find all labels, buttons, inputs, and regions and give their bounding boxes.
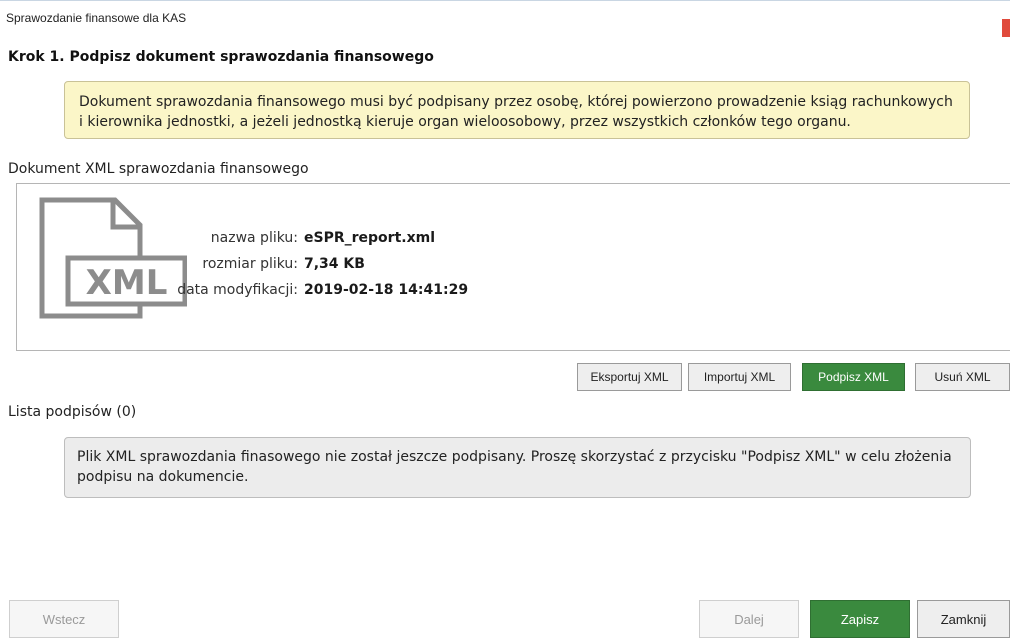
import-xml-button[interactable]: Importuj XML — [688, 363, 791, 391]
file-size-row: rozmiar pliku: 7,34 KB — [167, 251, 468, 277]
info-notice: Dokument sprawozdania finansowego musi b… — [64, 81, 970, 139]
back-button[interactable]: Wstecz — [9, 600, 119, 638]
file-date-row: data modyfikacji: 2019-02-18 14:41:29 — [167, 277, 468, 303]
xml-file-icon: XML — [39, 197, 187, 319]
document-section-label: Dokument XML sprawozdania finansowego — [8, 161, 309, 177]
file-name-label: nazwa pliku: — [210, 230, 298, 246]
signatures-message: Plik XML sprawozdania finasowego nie zos… — [64, 437, 971, 498]
close-button[interactable]: Zamknij — [917, 600, 1010, 638]
file-name-row: nazwa pliku: eSPR_report.xml — [167, 225, 468, 251]
file-date-label: data modyfikacji: — [177, 282, 298, 298]
export-xml-button[interactable]: Eksportuj XML — [577, 363, 682, 391]
dialog-window: Sprawozdanie finansowe dla KAS Krok 1. P… — [0, 0, 1010, 641]
save-button[interactable]: Zapisz — [810, 600, 910, 638]
title-bar: Sprawozdanie finansowe dla KAS — [0, 0, 1010, 37]
signatures-section-label: Lista podpisów (0) — [8, 404, 137, 420]
info-line-1: Dokument sprawozdania finansowego musi b… — [79, 94, 953, 110]
delete-xml-button[interactable]: Usuń XML — [915, 363, 1010, 391]
file-size-value: 7,34 KB — [304, 256, 365, 272]
xml-icon-label: XML — [86, 263, 168, 303]
step-title: Krok 1. Podpisz dokument sprawozdania fi… — [8, 49, 434, 65]
file-date-value: 2019-02-18 14:41:29 — [304, 282, 469, 298]
file-metadata: nazwa pliku: eSPR_report.xml rozmiar pli… — [167, 225, 468, 303]
signatures-message-line-2: podpisu na dokumencie. — [77, 469, 249, 485]
file-size-label: rozmiar pliku: — [202, 256, 298, 272]
window-title: Sprawozdanie finansowe dla KAS — [6, 11, 187, 25]
file-panel: XML nazwa pliku: eSPR_report.xml rozmiar… — [16, 183, 1010, 351]
sign-xml-button[interactable]: Podpisz XML — [802, 363, 905, 391]
next-button[interactable]: Dalej — [699, 600, 799, 638]
info-line-2: i kierownika jednostki, a jeżeli jednost… — [79, 114, 851, 130]
file-name-value: eSPR_report.xml — [304, 230, 435, 246]
signatures-message-line-1: Plik XML sprawozdania finasowego nie zos… — [77, 449, 952, 465]
close-window-button[interactable] — [1002, 19, 1010, 37]
